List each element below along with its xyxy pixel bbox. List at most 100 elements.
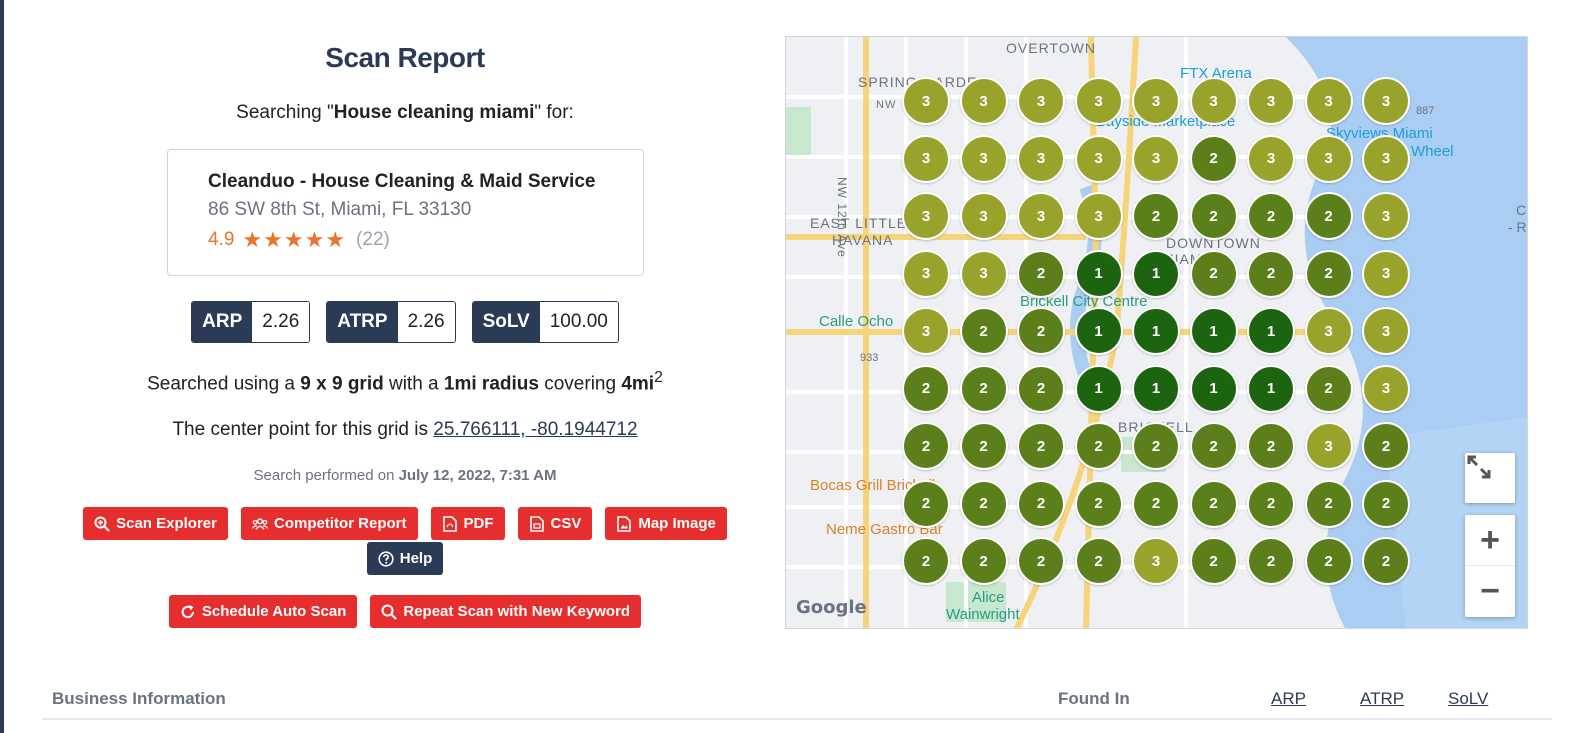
rank-pin[interactable]: 2 [1304, 192, 1353, 240]
center-coordinates-link[interactable]: 25.766111, -80.1944712 [433, 419, 637, 440]
fullscreen-button[interactable] [1465, 453, 1515, 503]
column-arp-link[interactable]: ARP [1271, 689, 1306, 709]
rank-pin[interactable]: 2 [1304, 479, 1353, 528]
rank-pin[interactable]: 2 [1189, 479, 1238, 528]
rank-pin[interactable]: 3 [1132, 77, 1180, 125]
rank-pin[interactable]: 2 [1189, 134, 1238, 183]
rank-pin[interactable]: 3 [1362, 364, 1410, 413]
rank-pin[interactable]: 3 [902, 249, 950, 298]
rank-pin[interactable]: 3 [1362, 249, 1410, 298]
rank-pin[interactable]: 3 [902, 77, 950, 125]
rank-pin[interactable]: 2 [1189, 422, 1238, 470]
rank-pin[interactable]: 2 [902, 422, 950, 470]
rank-pin[interactable]: 3 [1304, 134, 1353, 183]
rank-pin[interactable]: 2 [1247, 479, 1295, 528]
map-image-button[interactable]: Map Image [605, 507, 727, 540]
rank-pin[interactable]: 2 [1132, 192, 1180, 240]
center-point-line: The center point for this grid is 25.766… [172, 419, 638, 440]
rank-pin[interactable]: 3 [1304, 422, 1353, 470]
rank-pin[interactable]: 1 [1247, 364, 1295, 413]
rank-pin[interactable]: 3 [1304, 307, 1353, 355]
rank-pin[interactable]: 2 [1017, 537, 1065, 585]
rank-pin[interactable]: 2 [1247, 249, 1295, 298]
rank-pin[interactable]: 2 [1189, 192, 1238, 240]
rank-pin[interactable]: 1 [1189, 307, 1238, 355]
rank-pin[interactable]: 2 [1132, 479, 1180, 528]
rank-pin[interactable]: 2 [1017, 479, 1065, 528]
rank-pin[interactable]: 2 [1362, 422, 1410, 470]
rank-pin[interactable]: 2 [1132, 422, 1180, 470]
rank-pin[interactable]: 3 [1017, 77, 1065, 125]
rank-pin[interactable]: 3 [1132, 134, 1180, 183]
rank-pin[interactable]: 2 [1017, 364, 1065, 413]
rank-pin[interactable]: 3 [902, 192, 950, 240]
pdf-button[interactable]: PDF [430, 507, 505, 540]
rank-pin[interactable]: 3 [902, 307, 950, 355]
rank-pin[interactable]: 3 [902, 134, 950, 183]
rank-pin[interactable]: 1 [1074, 249, 1123, 298]
rank-pin[interactable]: 3 [1074, 77, 1123, 125]
rank-pin[interactable]: 1 [1132, 364, 1180, 413]
rank-pin[interactable]: 3 [1362, 192, 1410, 240]
rank-pin[interactable]: 2 [959, 537, 1008, 585]
rank-pin[interactable]: 3 [1017, 134, 1065, 183]
schedule-auto-scan-button[interactable]: Schedule Auto Scan [168, 595, 358, 628]
rank-pin[interactable]: 2 [959, 422, 1008, 470]
csv-button[interactable]: CSV [517, 507, 593, 540]
rank-pin[interactable]: 1 [1074, 307, 1123, 355]
rank-pin[interactable]: 3 [1017, 192, 1065, 240]
rank-pin[interactable]: 2 [1017, 422, 1065, 470]
rank-pin[interactable]: 2 [902, 364, 950, 413]
rank-pin[interactable]: 3 [959, 249, 1008, 298]
rank-pin[interactable]: 3 [1247, 77, 1295, 125]
scan-explorer-button[interactable]: Scan Explorer [83, 507, 228, 540]
rank-pin[interactable]: 1 [1247, 307, 1295, 355]
rank-pin[interactable]: 2 [1074, 537, 1123, 585]
rank-pin[interactable]: 2 [1247, 422, 1295, 470]
zoom-out-button[interactable]: − [1465, 566, 1515, 617]
rank-pin[interactable]: 3 [1362, 307, 1410, 355]
scan-map[interactable]: OVERTOWN SPRING GARDEN NW NW 12th Ave EA… [785, 36, 1528, 629]
rank-pin[interactable]: 3 [1304, 77, 1353, 125]
column-atrp-link[interactable]: ATRP [1360, 689, 1404, 709]
rank-pin[interactable]: 2 [1017, 249, 1065, 298]
rank-pin[interactable]: 1 [1074, 364, 1123, 413]
rank-pin[interactable]: 2 [1189, 537, 1238, 585]
rank-pin[interactable]: 1 [1132, 307, 1180, 355]
rank-pin[interactable]: 2 [1074, 479, 1123, 528]
rank-pin[interactable]: 2 [1247, 537, 1295, 585]
rank-pin[interactable]: 2 [1304, 364, 1353, 413]
rank-pin[interactable]: 3 [959, 192, 1008, 240]
rank-pin[interactable]: 2 [959, 364, 1008, 413]
rank-pin[interactable]: 2 [1017, 307, 1065, 355]
rank-pin[interactable]: 2 [959, 307, 1008, 355]
rank-pin[interactable]: 1 [1189, 364, 1238, 413]
competitor-report-button[interactable]: Competitor Report [241, 507, 418, 540]
rank-pin[interactable]: 2 [1247, 192, 1295, 240]
rank-pin[interactable]: 2 [1304, 249, 1353, 298]
rank-pin[interactable]: 3 [1362, 77, 1410, 125]
rank-pin[interactable]: 1 [1132, 249, 1180, 298]
column-solv-link[interactable]: SoLV [1448, 689, 1488, 709]
rank-pin[interactable]: 3 [1362, 134, 1410, 183]
rank-pin[interactable]: 3 [1132, 537, 1180, 585]
map-label-alice: Alice [972, 589, 1005, 606]
rank-pin[interactable]: 2 [1074, 422, 1123, 470]
help-button[interactable]: Help [366, 542, 444, 575]
rank-pin[interactable]: 2 [902, 537, 950, 585]
rank-pin[interactable]: 3 [1189, 77, 1238, 125]
rank-pin[interactable]: 2 [959, 479, 1008, 528]
rank-pin[interactable]: 3 [959, 134, 1008, 183]
rank-pin[interactable]: 2 [1362, 479, 1410, 528]
search-performed-line: Search performed on July 12, 2022, 7:31 … [253, 467, 557, 484]
repeat-scan-button[interactable]: Repeat Scan with New Keyword [370, 595, 642, 628]
zoom-in-button[interactable]: + [1465, 515, 1515, 566]
rank-pin[interactable]: 2 [1189, 249, 1238, 298]
rank-pin[interactable]: 3 [1074, 192, 1123, 240]
rank-pin[interactable]: 2 [1304, 537, 1353, 585]
rank-pin[interactable]: 3 [959, 77, 1008, 125]
rank-pin[interactable]: 3 [1247, 134, 1295, 183]
rank-pin[interactable]: 3 [1074, 134, 1123, 183]
rank-pin[interactable]: 2 [902, 479, 950, 528]
rank-pin[interactable]: 2 [1362, 537, 1410, 585]
